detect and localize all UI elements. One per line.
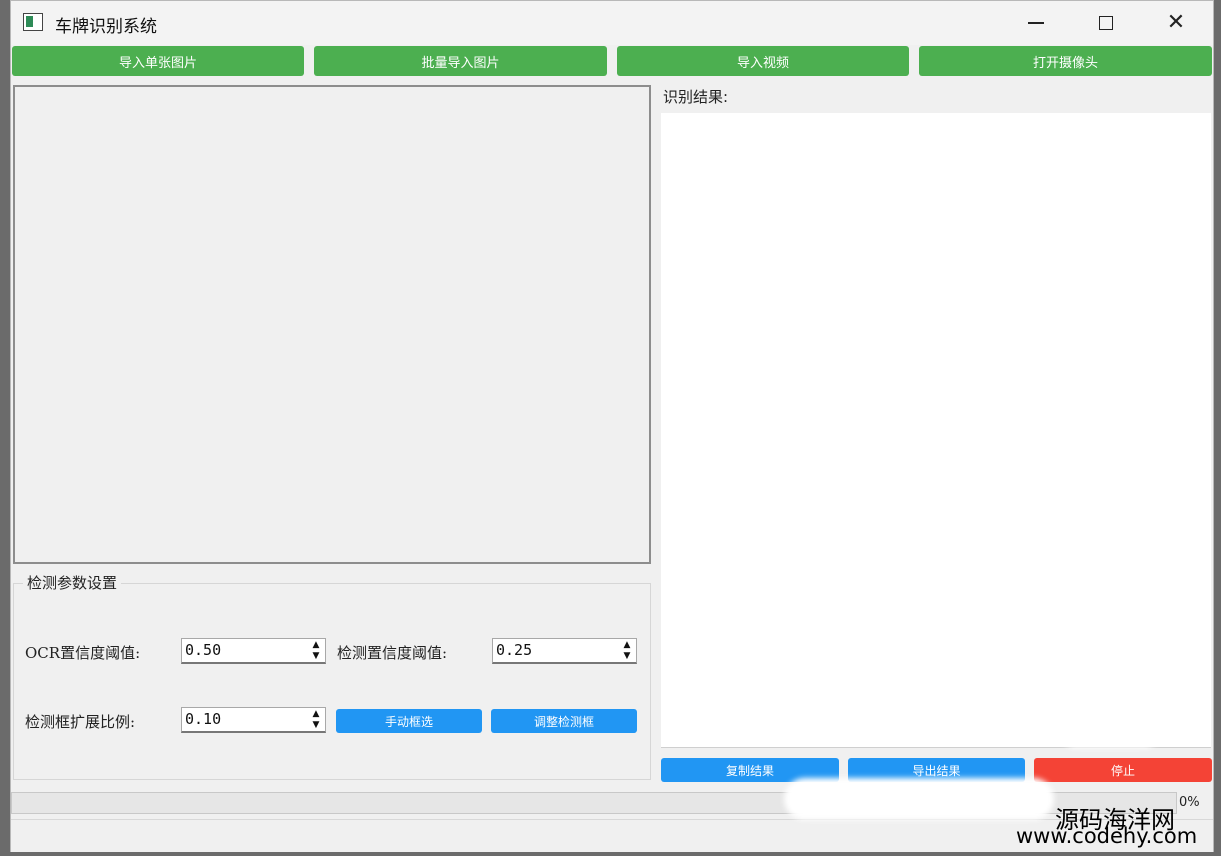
import-single-image-button[interactable]: 导入单张图片: [12, 46, 304, 76]
spin-down-icon[interactable]: ▼: [307, 720, 325, 732]
box-expand-ratio-label: 检测框扩展比例:: [25, 713, 136, 731]
open-camera-button[interactable]: 打开摄像头: [919, 46, 1212, 76]
manual-select-button[interactable]: 手动框选: [336, 709, 482, 733]
ocr-confidence-label: OCR置信度阈值:: [25, 644, 141, 662]
minimize-button[interactable]: [1001, 1, 1071, 45]
app-window-icon: [23, 13, 43, 31]
batch-import-images-button[interactable]: 批量导入图片: [314, 46, 607, 76]
spin-up-icon[interactable]: ▲: [307, 639, 325, 651]
progress-percent: 0%: [1179, 795, 1200, 810]
ocr-confidence-spinbox[interactable]: 0.50 ▲ ▼: [181, 638, 326, 664]
result-textbox[interactable]: [661, 113, 1211, 748]
minimize-icon: [1028, 22, 1044, 24]
maximize-icon: [1099, 16, 1113, 30]
window-title: 车牌识别系统: [55, 17, 157, 37]
detection-confidence-label: 检测置信度阈值:: [337, 644, 448, 662]
detection-confidence-spinbox[interactable]: 0.25 ▲ ▼: [492, 638, 637, 664]
import-video-button[interactable]: 导入视频: [617, 46, 909, 76]
detection-params-group: [13, 583, 651, 780]
adjust-box-button[interactable]: 调整检测框: [491, 709, 637, 733]
detection-confidence-value: 0.25: [496, 641, 533, 659]
spin-up-icon[interactable]: ▲: [307, 708, 325, 720]
spin-up-icon[interactable]: ▲: [618, 639, 636, 651]
box-expand-ratio-spinbox[interactable]: 0.10 ▲ ▼: [181, 707, 326, 733]
maximize-button[interactable]: [1071, 1, 1141, 45]
main-window: 车牌识别系统 ✕ 导入单张图片 批量导入图片 导入视频 打开摄像头 识别结果: …: [10, 0, 1214, 852]
watermark-url: www.codehy.com: [1016, 824, 1198, 848]
image-preview-area: [13, 85, 651, 564]
ocr-confidence-value: 0.50: [185, 641, 222, 659]
stop-button[interactable]: 停止: [1034, 758, 1212, 782]
watermark-smudge: [784, 778, 1054, 820]
close-button[interactable]: ✕: [1141, 1, 1211, 45]
title-bar: 车牌识别系统 ✕: [11, 1, 1213, 45]
detection-params-title: 检测参数设置: [23, 572, 122, 593]
box-expand-ratio-value: 0.10: [185, 710, 222, 728]
watermark-smudge: [1060, 716, 1160, 748]
spin-down-icon[interactable]: ▼: [618, 651, 636, 663]
result-label: 识别结果:: [663, 88, 729, 106]
close-icon: ✕: [1166, 10, 1186, 35]
spin-down-icon[interactable]: ▼: [307, 651, 325, 663]
